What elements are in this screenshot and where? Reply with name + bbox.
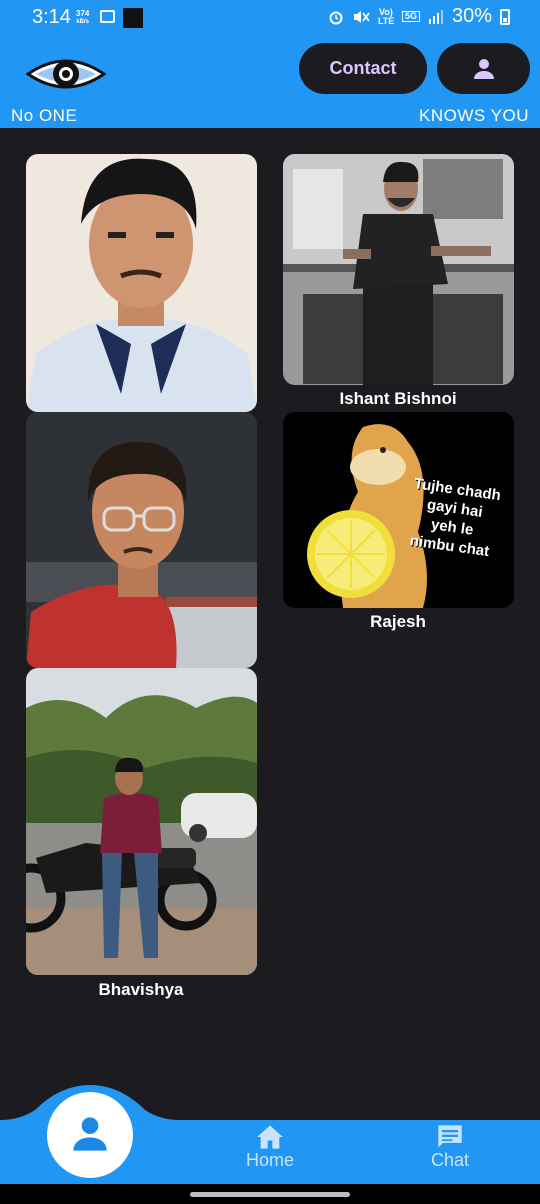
profile-name-4: Rajesh [370,612,426,631]
nav-chat-label: Chat [430,1150,470,1170]
contact-button[interactable]: Contact [299,43,427,94]
network-type-indicator: 5G [401,11,420,22]
battery-icon [500,8,510,25]
profile-name-5: Bhavishya [98,980,184,999]
network-speed: 374 kB/s [76,9,90,25]
gesture-bar [0,1184,540,1204]
profile-card-2[interactable] [283,154,514,385]
person-icon [473,58,494,79]
profile-card-4[interactable]: Tujhe chadh gayi hai yeh le nimbu chat [283,412,514,608]
eye-logo-icon [26,59,106,89]
profile-photo-2 [283,154,514,385]
tagline-left: No ONE [11,106,78,125]
gallery-notification-icon [100,10,115,23]
meme-caption: Tujhe chadh gayi hai yeh le nimbu chat [408,475,502,561]
app-notification-icon [123,8,143,28]
profile-button[interactable] [437,43,530,94]
signal-icon [428,9,443,24]
battery-percent: 30% [451,5,492,27]
nav-home-label: Home [245,1150,294,1170]
chat-icon [438,1125,462,1148]
lte-indicator: Vo) LTE [377,6,395,26]
status-bar: 3:14 374 kB/s Vo) LTE 5G 30% [0,0,540,36]
tagline-right: KNOWS YOU [419,106,529,125]
home-icon [257,1125,283,1149]
status-icons: Vo) LTE 5G 30% [328,5,510,28]
alarm-icon [329,11,343,24]
profile-photo-5 [26,668,257,975]
profile-tab-button[interactable] [47,1092,133,1178]
mute-icon [353,10,370,23]
profile-name-2: Ishant Bishnoi [339,389,457,408]
profile-photo-1 [26,154,257,412]
profile-card-5[interactable] [26,668,257,975]
nav-chat[interactable]: Chat [400,1124,500,1171]
home-gesture-handle[interactable] [190,1192,350,1197]
profile-card-3[interactable] [26,412,257,668]
person-icon [73,1117,107,1151]
status-time: 3:14 [32,6,71,28]
profile-card-1[interactable] [26,154,257,412]
nav-home[interactable]: Home [220,1124,320,1171]
app-header: Contact No ONE KNOWS YOU [0,36,540,128]
profile-photo-3 [26,412,257,668]
